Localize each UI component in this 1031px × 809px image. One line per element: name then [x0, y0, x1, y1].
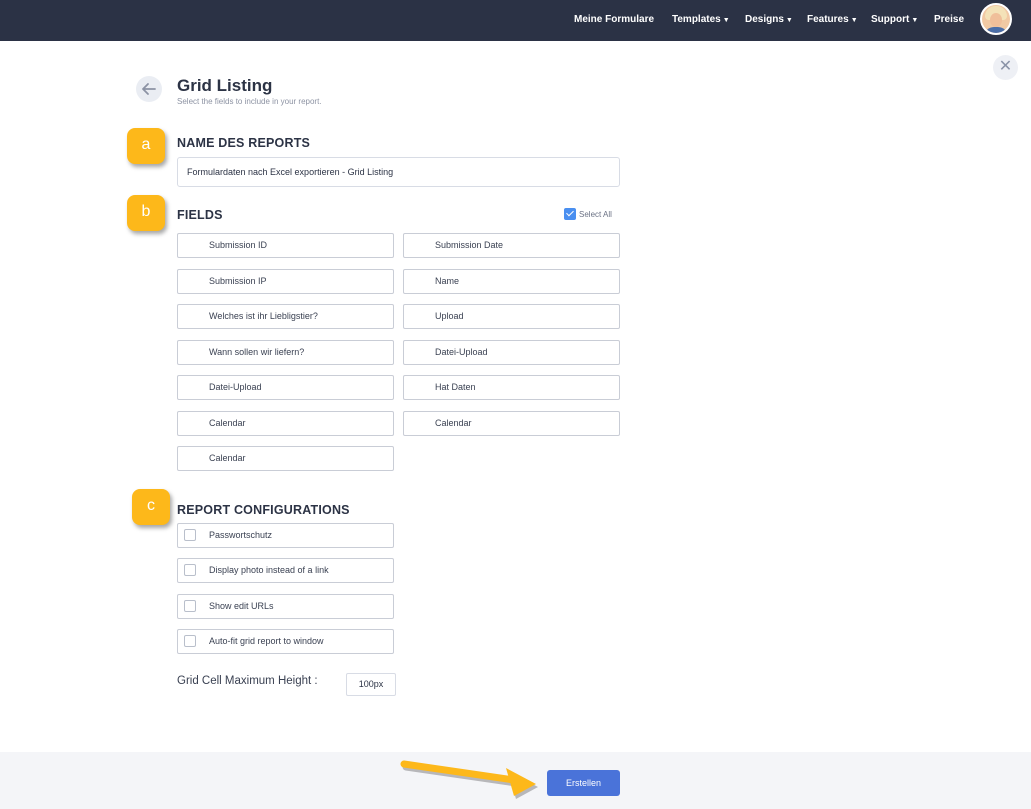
config-label: Passwortschutz	[209, 530, 273, 540]
page-title: Grid Listing	[177, 76, 273, 95]
field-checkbox-submission-id[interactable]: Submission ID	[177, 233, 394, 258]
field-checkbox-calendar-2[interactable]: Calendar	[403, 411, 620, 436]
nav-support[interactable]: Support ▼	[871, 0, 918, 41]
nav-pricing[interactable]: Preise	[934, 0, 964, 41]
nav-features[interactable]: Features ▼	[807, 0, 858, 41]
field-label: Wann sollen wir liefern?	[209, 347, 305, 357]
field-label: Name	[435, 276, 460, 286]
field-checkbox-name[interactable]: Name	[403, 269, 620, 294]
field-label: Upload	[435, 311, 464, 321]
nav-features-label: Features	[807, 14, 849, 25]
select-all-checkbox[interactable]: Select All	[564, 208, 612, 220]
checkbox-icon	[184, 600, 196, 612]
field-label: Calendar	[209, 453, 246, 463]
nav-templates[interactable]: Templates ▼	[672, 0, 730, 41]
arrow-left-icon	[142, 83, 156, 95]
select-all-label: Select All	[579, 209, 612, 219]
nav-designs[interactable]: Designs ▼	[745, 0, 793, 41]
checkbox-icon	[184, 635, 196, 647]
user-avatar[interactable]	[980, 3, 1012, 35]
field-checkbox-favorite-animal[interactable]: Welches ist ihr Liebligstier?	[177, 304, 394, 329]
nav-designs-label: Designs	[745, 14, 784, 25]
create-button[interactable]: Erstellen	[547, 770, 620, 796]
report-name-heading: NAME DES REPORTS	[177, 136, 311, 150]
field-label: Submission ID	[209, 240, 268, 250]
cell-height-label: Grid Cell Maximum Height :	[177, 675, 318, 687]
nav-templates-label: Templates	[672, 14, 721, 25]
field-label: Hat Daten	[435, 382, 476, 392]
field-label: Submission IP	[209, 276, 267, 286]
field-checkbox-submission-date[interactable]: Submission Date	[403, 233, 620, 258]
field-checkbox-calendar-3[interactable]: Calendar	[177, 446, 394, 471]
checkbox-icon	[564, 208, 576, 220]
field-checkbox-calendar-1[interactable]: Calendar	[177, 411, 394, 436]
annotation-badge-a: a	[127, 128, 165, 164]
chevron-down-icon: ▼	[911, 17, 919, 24]
field-checkbox-has-data[interactable]: Hat Daten	[403, 375, 620, 400]
field-label: Calendar	[435, 418, 472, 428]
chevron-down-icon: ▼	[785, 17, 793, 24]
config-checkbox-show-edit-urls[interactable]: Show edit URLs	[177, 594, 394, 619]
annotation-badge-c: c	[132, 489, 170, 525]
avatar-face	[990, 13, 1002, 27]
report-name-input[interactable]: Formulardaten nach Excel exportieren - G…	[177, 157, 620, 187]
annotation-arrow-icon	[400, 760, 538, 799]
chevron-down-icon: ▼	[850, 17, 858, 24]
field-label: Submission Date	[435, 240, 504, 250]
page-subtitle: Select the fields to include in your rep…	[177, 97, 322, 106]
field-checkbox-submission-ip[interactable]: Submission IP	[177, 269, 394, 294]
annotation-badge-b: b	[127, 195, 165, 231]
cell-height-input[interactable]: 100px	[346, 673, 396, 696]
config-label: Auto-fit grid report to window	[209, 636, 324, 646]
field-checkbox-upload[interactable]: Upload	[403, 304, 620, 329]
config-label: Show edit URLs	[209, 601, 274, 611]
report-configurations-heading: REPORT CONFIGURATIONS	[177, 503, 350, 517]
close-button[interactable]: ✕	[993, 55, 1018, 80]
field-label: Calendar	[209, 418, 246, 428]
field-label: Welches ist ihr Liebligstier?	[209, 311, 318, 321]
checkbox-icon	[184, 529, 196, 541]
close-icon: ✕	[998, 58, 1013, 75]
chevron-down-icon: ▼	[722, 17, 730, 24]
field-checkbox-delivery-time[interactable]: Wann sollen wir liefern?	[177, 340, 394, 365]
field-label: Datei-Upload	[209, 382, 262, 392]
back-button[interactable]	[136, 76, 162, 102]
field-checkbox-file-upload[interactable]: Datei-Upload	[403, 340, 620, 365]
config-label: Display photo instead of a link	[209, 565, 329, 575]
field-label: Datei-Upload	[435, 347, 488, 357]
field-checkbox-file-upload-2[interactable]: Datei-Upload	[177, 375, 394, 400]
config-checkbox-auto-fit[interactable]: Auto-fit grid report to window	[177, 629, 394, 654]
config-checkbox-password-protection[interactable]: Passwortschutz	[177, 523, 394, 548]
config-checkbox-display-photo[interactable]: Display photo instead of a link	[177, 558, 394, 583]
nav-support-label: Support	[871, 14, 910, 25]
fields-heading: FIELDS	[177, 208, 223, 222]
nav-my-forms[interactable]: Meine Formulare	[574, 0, 654, 41]
checkbox-icon	[184, 564, 196, 576]
